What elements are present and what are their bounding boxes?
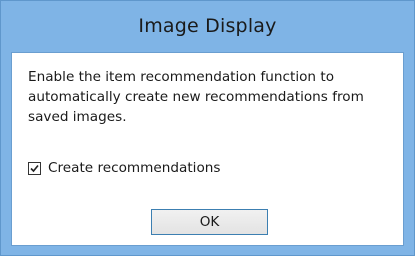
checkmark-icon [30,164,39,172]
title-bar[interactable]: Image Display [1,1,414,51]
dialog-content: Enable the item recommendation function … [11,52,404,246]
dialog-title: Image Display [138,15,277,37]
create-recommendations-checkbox[interactable] [28,161,41,175]
ok-button[interactable]: OK [151,209,268,235]
dialog-window: Image Display Enable the item recommenda… [0,0,415,256]
dialog-message: Enable the item recommendation function … [28,69,364,125]
create-recommendations-label[interactable]: Create recommendations [48,160,220,176]
create-recommendations-option[interactable]: Create recommendations [28,160,220,176]
